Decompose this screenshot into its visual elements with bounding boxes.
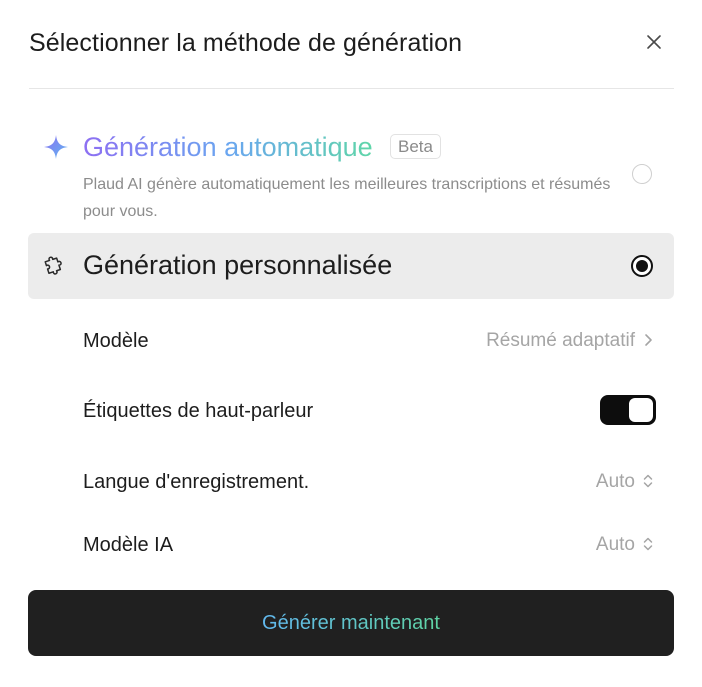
speaker-labels-label: Étiquettes de haut-parleur <box>83 400 314 422</box>
recording-language-value[interactable]: Auto <box>596 470 635 494</box>
custom-generation-radio[interactable] <box>631 255 653 277</box>
close-button[interactable] <box>643 31 665 53</box>
model-row[interactable]: Modèle Résumé adaptatif <box>83 320 657 360</box>
auto-generation-title: Génération automatique <box>83 132 373 162</box>
chevron-updown-icon <box>643 537 653 551</box>
auto-generation-option[interactable]: Génération automatique Beta Plaud AI gén… <box>29 118 674 224</box>
puzzle-icon <box>44 256 62 275</box>
ai-model-value[interactable]: Auto <box>596 533 635 557</box>
header-divider <box>29 88 674 89</box>
custom-generation-option[interactable]: Génération personnalisée <box>28 233 674 299</box>
ai-model-row[interactable]: Modèle IA Auto <box>83 524 657 564</box>
beta-badge: Beta <box>390 134 441 159</box>
auto-generation-radio[interactable] <box>632 164 652 184</box>
speaker-labels-row: Étiquettes de haut-parleur <box>83 390 657 430</box>
auto-generation-description: Plaud AI génère automatiquement les meil… <box>83 176 611 220</box>
dialog-title: Sélectionner la méthode de génération <box>29 29 463 57</box>
model-label: Modèle <box>83 330 149 352</box>
generate-now-button[interactable]: Générer maintenant <box>28 590 674 656</box>
generate-now-label: Générer maintenant <box>28 590 674 656</box>
model-value[interactable]: Résumé adaptatif <box>486 329 635 353</box>
chevron-updown-icon <box>643 474 653 488</box>
recording-language-row[interactable]: Langue d'enregistrement. Auto <box>83 461 657 501</box>
custom-generation-title: Génération personnalisée <box>83 250 393 280</box>
toggle-knob <box>629 398 653 422</box>
sparkle-icon <box>44 135 68 159</box>
recording-language-label: Langue d'enregistrement. <box>83 471 310 493</box>
ai-model-label: Modèle IA <box>83 534 174 556</box>
chevron-right-icon <box>645 334 652 346</box>
dialog-header: Sélectionner la méthode de génération <box>29 27 673 61</box>
speaker-labels-toggle[interactable] <box>600 395 656 425</box>
close-icon <box>647 35 661 49</box>
